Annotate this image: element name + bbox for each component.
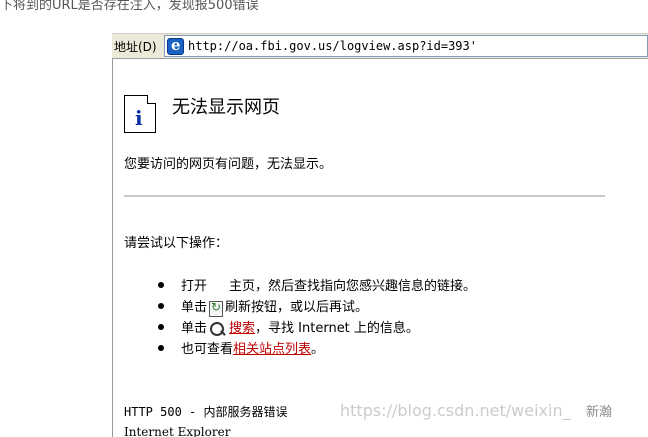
address-bar: 地址(D) http://oa.fbi.gov.us/logview.asp?i… bbox=[112, 33, 648, 59]
address-field[interactable]: http://oa.fbi.gov.us/logview.asp?id=393' bbox=[164, 35, 648, 57]
error-code: HTTP 500 - 内部服务器错误 bbox=[124, 405, 288, 419]
search-icon[interactable] bbox=[209, 321, 227, 339]
refresh-icon[interactable] bbox=[209, 300, 224, 317]
bullet-text: 单击 bbox=[181, 321, 208, 336]
bullet-icon bbox=[158, 302, 164, 309]
list-item: 单击 刷新按钮，或以后再试。 bbox=[150, 295, 630, 317]
bullet-text: 刷新按钮，或以后再试。 bbox=[225, 300, 369, 315]
bullet-text: 单击 bbox=[181, 300, 208, 315]
bullet-text: 打开 bbox=[181, 279, 208, 294]
list-item: 打开 主页，然后查找指向您感兴趣信息的链接。 bbox=[150, 274, 630, 295]
page-title: 无法显示网页 bbox=[172, 97, 280, 118]
article-caption: 下将到的URL是否存在注入，发现报500错误 bbox=[0, 0, 259, 12]
watermark-text: https://blog.csdn.net/weixin_ bbox=[340, 401, 571, 420]
list-item: 也可查看 相关站点列表 。 bbox=[150, 337, 630, 358]
info-icon: i bbox=[124, 95, 156, 133]
bullet-icon bbox=[158, 344, 164, 351]
try-heading: 请尝试以下操作： bbox=[124, 236, 229, 251]
bullet-text: 主页，然后查找指向您感兴趣信息的链接。 bbox=[229, 279, 477, 294]
watermark-badge: 新瀚 bbox=[586, 405, 613, 420]
related-sites-link[interactable]: 相关站点列表 bbox=[233, 338, 311, 357]
search-link[interactable]: 搜索 bbox=[229, 317, 255, 336]
address-label: 地址(D) bbox=[114, 39, 157, 54]
divider bbox=[124, 195, 605, 197]
bullet-icon bbox=[158, 281, 164, 288]
bullet-text: 也可查看 bbox=[181, 342, 234, 357]
bullet-icon bbox=[158, 323, 164, 330]
suggestion-list: 打开 主页，然后查找指向您感兴趣信息的链接。 单击 刷新按钮，或以后再试。 单击… bbox=[150, 274, 630, 358]
bullet-text: 。 bbox=[311, 342, 325, 357]
url-text[interactable]: http://oa.fbi.gov.us/logview.asp?id=393' bbox=[188, 39, 477, 53]
browser-name: Internet Explorer bbox=[124, 425, 231, 437]
bullet-text: ，寻找 Internet 上的信息。 bbox=[255, 321, 419, 336]
page-subtitle: 您要访问的网页有问题，无法显示。 bbox=[124, 157, 333, 172]
ie-page-icon bbox=[167, 36, 184, 55]
list-item: 单击 搜索 ，寻找 Internet 上的信息。 bbox=[150, 316, 630, 337]
